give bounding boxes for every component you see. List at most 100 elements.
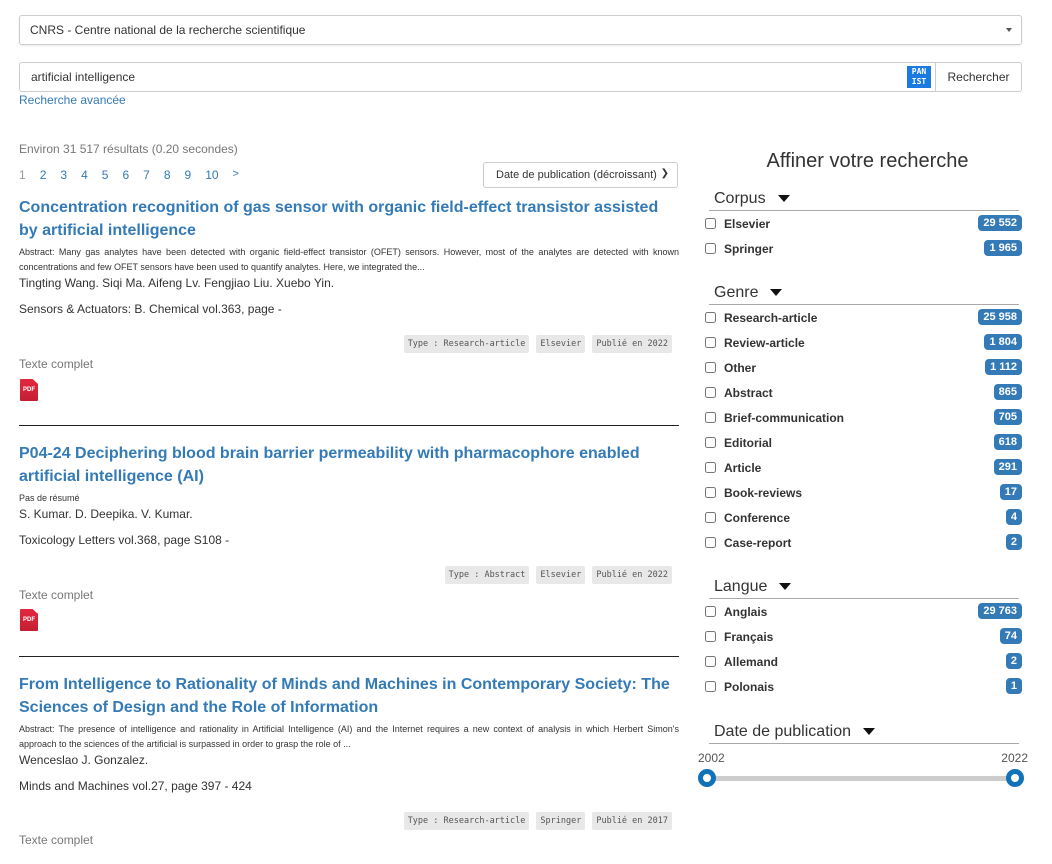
facet-checkbox[interactable] [705, 243, 716, 254]
facet-item[interactable]: Anglais 29 763 [705, 599, 1022, 624]
facet-genre-toggle[interactable]: Genre [709, 281, 1019, 305]
page-link[interactable]: 2 [40, 168, 47, 182]
facet-item[interactable]: Elsevier 29 552 [705, 211, 1022, 236]
sort-select[interactable]: Date de publication (décroissant) ❯ [483, 162, 678, 188]
facet-checkbox[interactable] [705, 312, 716, 323]
count-badge: 618 [993, 434, 1022, 450]
facet-item[interactable]: Allemand 2 [705, 649, 1022, 674]
facet-checkbox[interactable] [705, 487, 716, 498]
facet-item[interactable]: Français 74 [705, 624, 1022, 649]
facet-item[interactable]: Polonais 1 [705, 674, 1022, 699]
count-badge: 1 112 [985, 359, 1022, 375]
facet-title: Langue [714, 577, 768, 595]
pdf-icon[interactable]: PDF [20, 379, 38, 401]
facet-checkbox[interactable] [705, 656, 716, 667]
year-tag: Publié en 2022 [592, 566, 672, 584]
facet-item[interactable]: Book-reviews 17 [705, 480, 1022, 505]
page-link[interactable]: 1 [19, 168, 26, 182]
facet-item-label: Springer [724, 241, 774, 256]
date-slider-max-handle[interactable] [1006, 769, 1024, 787]
count-badge: 705 [993, 409, 1022, 425]
facet-checkbox[interactable] [705, 362, 716, 373]
type-tag: Type : Research-article [403, 335, 530, 353]
caret-down-icon [777, 195, 790, 202]
search-button[interactable]: Rechercher [935, 62, 1022, 92]
type-tag: Type : Research-article [403, 812, 530, 830]
facet-checkbox[interactable] [705, 387, 716, 398]
page-link[interactable]: 9 [185, 168, 192, 182]
count-badge: 74 [999, 628, 1022, 644]
date-slider-track[interactable] [707, 776, 1015, 781]
facet-title: Corpus [714, 189, 766, 207]
result-tags: Type : Research-article Springer Publié … [403, 812, 672, 830]
facet-item[interactable]: Abstract 865 [705, 380, 1022, 405]
facet-date-toggle[interactable]: Date de publication [709, 720, 1019, 744]
corpus-select[interactable]: CNRS - Centre national de la recherche s… [19, 15, 1022, 45]
facet-item[interactable]: Research-article 25 958 [705, 305, 1022, 330]
facet-item[interactable]: Article 291 [705, 455, 1022, 480]
type-tag: Type : Abstract [444, 566, 530, 584]
result-title[interactable]: From Intelligence to Rationality of Mind… [19, 673, 679, 719]
facet-langue: Langue Anglais 29 763 Français 74 Allemand… [705, 575, 1022, 699]
page-link[interactable]: 10 [205, 168, 218, 182]
panist-logo-icon: PAN IST [907, 66, 931, 88]
result-source: Sensors & Actuators: B. Chemical vol.363… [19, 302, 282, 316]
result-title[interactable]: Concentration recognition of gas sensor … [19, 196, 679, 242]
corpus-select-value: CNRS - Centre national de la recherche s… [30, 23, 306, 37]
search-input[interactable] [19, 62, 935, 92]
facet-item[interactable]: Springer 1 965 [705, 236, 1022, 261]
facet-checkbox[interactable] [705, 606, 716, 617]
facet-checkbox[interactable] [705, 537, 716, 548]
facet-item-label: Book-reviews [724, 485, 803, 500]
facet-item-label: Elsevier [724, 216, 771, 231]
date-min-label: 2002 [698, 751, 725, 765]
facet-item-label: Review-article [724, 335, 805, 350]
facet-item[interactable]: Conference 4 [705, 505, 1022, 530]
facet-item-label: Brief-communication [724, 410, 845, 425]
pdf-icon[interactable]: PDF [20, 609, 38, 631]
result-title[interactable]: P04-24 Deciphering blood brain barrier p… [19, 442, 679, 488]
result-source: Toxicology Letters vol.368, page S108 - [19, 533, 230, 547]
facet-item[interactable]: Other 1 112 [705, 355, 1022, 380]
facet-checkbox[interactable] [705, 681, 716, 692]
facet-checkbox[interactable] [705, 462, 716, 473]
count-badge: 1 804 [984, 334, 1022, 350]
corpus-tag: Elsevier [536, 335, 586, 353]
caret-down-icon [770, 289, 783, 296]
next-page-link[interactable]: > [233, 168, 239, 182]
facet-checkbox[interactable] [705, 437, 716, 448]
date-slider-min-handle[interactable] [698, 769, 716, 787]
facet-checkbox[interactable] [705, 412, 716, 423]
page-link[interactable]: 5 [102, 168, 109, 182]
facet-item[interactable]: Case-report 2 [705, 530, 1022, 555]
facet-item-label: Editorial [724, 435, 773, 450]
result-tags: Type : Research-article Elsevier Publié … [403, 335, 672, 353]
result-item: Concentration recognition of gas sensor … [19, 196, 679, 426]
facet-item[interactable]: Review-article 1 804 [705, 330, 1022, 355]
count-badge: 29 552 [978, 215, 1022, 231]
page-link[interactable]: 6 [122, 168, 129, 182]
result-separator [19, 425, 679, 426]
facet-checkbox[interactable] [705, 512, 716, 523]
facet-checkbox[interactable] [705, 337, 716, 348]
caret-down-icon [779, 583, 792, 590]
results-count: Environ 31 517 résultats (0.20 secondes) [19, 142, 238, 156]
advanced-search-link[interactable]: Recherche avancée [19, 93, 126, 107]
count-badge: 4 [1005, 509, 1022, 525]
logo-line-2: IST [911, 77, 927, 86]
fulltext-label: Texte complet [19, 833, 94, 847]
facet-langue-toggle[interactable]: Langue [709, 575, 1019, 599]
facet-item[interactable]: Brief-communication 705 [705, 405, 1022, 430]
facet-corpus-toggle[interactable]: Corpus [709, 187, 1019, 211]
facet-item-label: Abstract [724, 385, 773, 400]
facet-checkbox[interactable] [705, 631, 716, 642]
facet-item[interactable]: Editorial 618 [705, 430, 1022, 455]
date-range-labels: 2002 2022 [698, 751, 1028, 765]
page-link[interactable]: 8 [164, 168, 171, 182]
page-link[interactable]: 7 [143, 168, 150, 182]
page-link[interactable]: 3 [60, 168, 67, 182]
facet-checkbox[interactable] [705, 218, 716, 229]
page-link[interactable]: 4 [81, 168, 88, 182]
count-badge: 1 [1005, 678, 1022, 694]
facet-item-label: Français [724, 629, 774, 644]
